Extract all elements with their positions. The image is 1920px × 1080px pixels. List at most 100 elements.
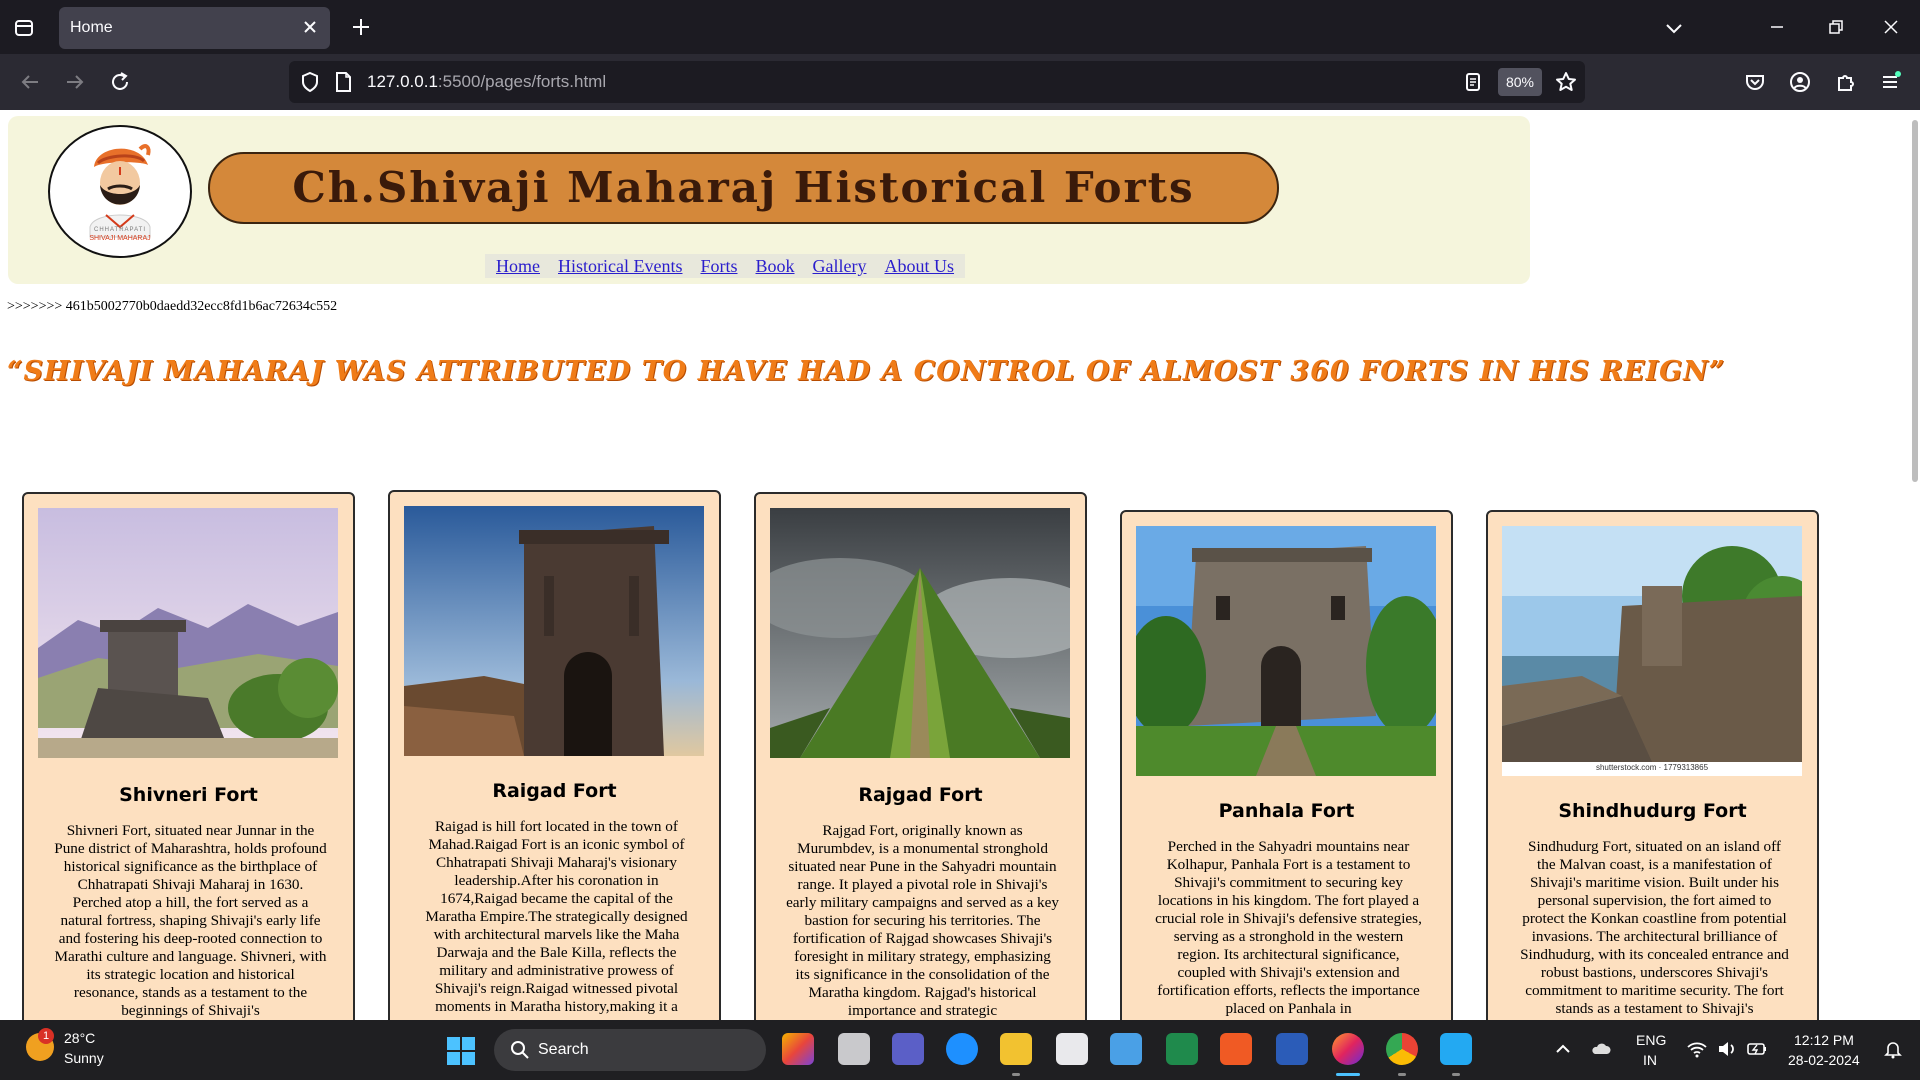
search-label: Search xyxy=(538,1041,589,1058)
fort-image-rajgad xyxy=(770,508,1070,758)
close-icon[interactable] xyxy=(300,17,320,37)
reader-view-icon[interactable] xyxy=(1459,68,1487,96)
reload-icon[interactable] xyxy=(106,68,134,96)
browser-tab-active[interactable]: Home xyxy=(59,7,330,49)
running-indicator xyxy=(1398,1073,1406,1076)
menu-link-forts[interactable]: Forts xyxy=(700,254,737,278)
menu-link-historical-events[interactable]: Historical Events xyxy=(558,254,682,278)
microsoft-store-icon[interactable] xyxy=(1056,1033,1088,1065)
excel-icon[interactable] xyxy=(1166,1033,1198,1065)
fort-image-panhala xyxy=(1136,526,1436,776)
merge-conflict-text: >>>>>>> 461b5002770b0daedd32ecc8fd1b6ac7… xyxy=(7,299,338,314)
fort-description-shivneri: Shivneri Fort, situated near Junnar in t… xyxy=(54,822,327,1019)
shivaji-logo[interactable]: CHHATRAPATI SHIVAJI MAHARAJ xyxy=(48,125,192,258)
pocket-icon[interactable] xyxy=(1741,68,1769,96)
fort-card-panhala: Panhala Fort Perched in the Sahyadri mou… xyxy=(1120,510,1453,1020)
main-menu: Home Historical Events Forts Book Galler… xyxy=(485,254,966,278)
word-icon[interactable] xyxy=(1276,1033,1308,1065)
logo-caption-bottom: SHIVAJI MAHARAJ xyxy=(89,235,151,242)
back-arrow-icon[interactable] xyxy=(16,68,44,96)
tab-list-icon[interactable] xyxy=(10,14,38,42)
browser-nav-bar: 127.0.0.1:5500/pages/forts.html 80% xyxy=(0,54,1920,110)
page-viewport: CHHATRAPATI SHIVAJI MAHARAJ Ch.Shivaji M… xyxy=(0,110,1920,1020)
brave-icon[interactable] xyxy=(1220,1033,1252,1065)
chrome-icon[interactable] xyxy=(1386,1033,1418,1065)
firefox-icon[interactable] xyxy=(1332,1033,1364,1065)
fort-title-raigad: Raigad Fort xyxy=(492,780,617,802)
bookmark-star-icon[interactable] xyxy=(1552,68,1580,96)
forward-arrow-icon[interactable] xyxy=(61,68,89,96)
menu-link-about-us[interactable]: About Us xyxy=(885,254,955,278)
fort-description-shindhudurg: Sindhudurg Fort, situated on an island o… xyxy=(1520,838,1789,1017)
menu-link-book[interactable]: Book xyxy=(756,254,795,278)
volume-icon[interactable] xyxy=(1716,1038,1738,1060)
fort-title-panhala: Panhala Fort xyxy=(1218,800,1355,822)
fort-card-rajgad: Rajgad Fort Rajgad Fort, originally know… xyxy=(754,492,1087,1020)
task-view-icon[interactable] xyxy=(838,1033,870,1065)
vscode-icon[interactable] xyxy=(1440,1033,1472,1065)
running-indicator xyxy=(1452,1073,1460,1076)
url-path: :5500/pages/forts.html xyxy=(437,72,607,91)
notification-bell-icon[interactable] xyxy=(1882,1038,1904,1060)
chevron-up-icon[interactable] xyxy=(1552,1038,1574,1060)
fort-description-rajgad: Rajgad Fort, originally known as Murumbd… xyxy=(786,822,1059,1019)
fort-image-shindhudurg: shutterstock.com · 1779313865 xyxy=(1502,526,1802,776)
tab-title: Home xyxy=(70,19,113,36)
fort-title-shindhudurg: Shindhudurg Fort xyxy=(1558,800,1747,822)
fort-card-shivneri: Shivneri Fort Shivneri Fort, situated ne… xyxy=(22,492,355,1020)
account-icon[interactable] xyxy=(1786,68,1814,96)
menu-link-gallery[interactable]: Gallery xyxy=(813,254,867,278)
restore-icon[interactable] xyxy=(1822,14,1848,40)
file-explorer-icon[interactable] xyxy=(1000,1033,1032,1065)
url-bar[interactable]: 127.0.0.1:5500/pages/forts.html 80% xyxy=(289,61,1585,103)
active-app-indicator xyxy=(1336,1073,1360,1076)
url-text[interactable]: 127.0.0.1:5500/pages/forts.html xyxy=(367,72,606,92)
widgets-app-icon[interactable] xyxy=(782,1033,814,1065)
chevron-down-icon[interactable] xyxy=(1662,16,1686,40)
fort-description-panhala: Perched in the Sahyadri mountains near K… xyxy=(1155,838,1422,1017)
notification-badge: 1 xyxy=(38,1028,54,1044)
weather-temperature[interactable]: 28°C xyxy=(64,1030,95,1046)
myhp-icon[interactable] xyxy=(1110,1033,1142,1065)
fort-title-shivneri: Shivneri Fort xyxy=(119,784,258,806)
taskbar-search[interactable]: Search xyxy=(494,1029,766,1071)
browser-tab-bar: Home xyxy=(0,0,1920,54)
fort-image-shivneri xyxy=(38,508,338,758)
minimize-icon[interactable] xyxy=(1764,14,1790,40)
teams-icon[interactable] xyxy=(892,1033,924,1065)
language-region[interactable]: IN xyxy=(1643,1052,1657,1068)
forts-quote-heading: “Shivaji Maharaj was attributed to have … xyxy=(7,356,1726,387)
logo-caption-top: CHHATRAPATI xyxy=(93,227,146,233)
windows-taskbar: 1 28°C Sunny Search ENG IN 12:12 PM 28-0… xyxy=(0,1020,1920,1080)
clock-date[interactable]: 28-02-2024 xyxy=(1788,1052,1860,1068)
language-indicator[interactable]: ENG xyxy=(1636,1032,1666,1048)
image-watermark: shutterstock.com · 1779313865 xyxy=(1595,763,1709,772)
url-host: 127.0.0.1 xyxy=(367,72,438,91)
fort-description-raigad: Raigad is hill fort located in the town … xyxy=(425,818,688,1015)
weather-condition[interactable]: Sunny xyxy=(64,1050,104,1066)
wifi-icon[interactable] xyxy=(1686,1038,1708,1060)
site-title-banner: Ch.Shivaji Maharaj Historical Forts xyxy=(208,152,1279,224)
close-window-icon[interactable] xyxy=(1878,14,1904,40)
fort-image-raigad xyxy=(404,506,704,756)
windows-start-icon[interactable] xyxy=(446,1036,476,1066)
menu-link-home[interactable]: Home xyxy=(496,254,540,278)
site-title: Ch.Shivaji Maharaj Historical Forts xyxy=(292,163,1195,212)
site-header: CHHATRAPATI SHIVAJI MAHARAJ Ch.Shivaji M… xyxy=(8,116,1530,284)
page-icon xyxy=(329,68,357,96)
extensions-icon[interactable] xyxy=(1831,68,1859,96)
zoom-level-button[interactable]: 80% xyxy=(1498,68,1542,96)
new-tab-icon[interactable] xyxy=(348,14,374,40)
menu-icon[interactable] xyxy=(1876,68,1904,96)
fort-title-rajgad: Rajgad Fort xyxy=(858,784,983,806)
battery-icon[interactable] xyxy=(1746,1038,1768,1060)
help-app-icon[interactable] xyxy=(946,1033,978,1065)
scrollbar[interactable] xyxy=(1912,120,1918,482)
search-icon xyxy=(511,1041,529,1059)
clock-time[interactable]: 12:12 PM xyxy=(1794,1032,1854,1048)
fort-card-shindhudurg: shutterstock.com · 1779313865 Shindhudur… xyxy=(1486,510,1819,1020)
shield-icon[interactable] xyxy=(296,68,324,96)
running-indicator xyxy=(1012,1073,1020,1076)
onedrive-icon[interactable] xyxy=(1590,1038,1612,1060)
fort-card-raigad: Raigad Fort Raigad is hill fort located … xyxy=(388,490,721,1020)
